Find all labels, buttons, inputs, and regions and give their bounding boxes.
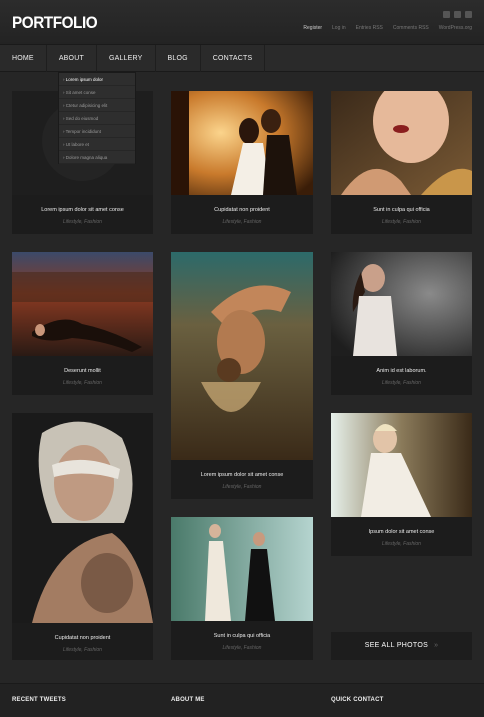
card-title[interactable]: Anim id est laborum. — [331, 368, 472, 374]
gallery-photo — [331, 252, 472, 356]
gallery-photo — [12, 413, 153, 623]
register-link[interactable]: Register — [303, 25, 322, 31]
dropdown-item[interactable]: Tempor incididunt — [59, 125, 135, 138]
footer: RECENT TWEETS ABOUT ME QUICK CONTACT — [0, 683, 484, 717]
social-icons — [443, 11, 472, 18]
gallery-card[interactable]: Cupidatat non proident Lifestyle, Fashio… — [171, 91, 313, 234]
card-tags: Lifestyle, Fashion — [382, 541, 421, 547]
card-title[interactable]: Lorem ipsum dolor sit amet conse — [171, 472, 313, 478]
see-all-label: SEE ALL PHOTOS — [364, 642, 429, 649]
gallery-photo — [331, 91, 472, 195]
nav-home[interactable]: HOME — [12, 45, 47, 72]
card-tags: Lifestyle, Fashion — [222, 219, 262, 225]
dropdown-item[interactable]: Dolore magna aliqua — [59, 151, 135, 164]
card-tags: Lifestyle, Fashion — [222, 645, 262, 651]
about-me-heading: ABOUT ME — [171, 697, 205, 703]
card-title[interactable]: Deserunt mollit — [12, 368, 153, 374]
gallery-card[interactable]: Deserunt mollit Lifestyle, Fashion — [12, 252, 153, 395]
dropdown-item[interactable]: Sed do eiusmod — [59, 112, 135, 125]
about-dropdown: Lorem ipsum dolor Sit amet conse Ctetur … — [58, 72, 136, 164]
card-title[interactable]: Sunt in culpa qui officia — [171, 633, 313, 639]
quick-contact-heading: QUICK CONTACT — [331, 697, 384, 703]
gallery-card[interactable]: Cupidatat non proident Lifestyle, Fashio… — [12, 413, 153, 660]
card-tags: Lifestyle, Fashion — [63, 647, 102, 653]
main-nav: HOME ABOUT GALLERY BLOG CONTACTS — [0, 44, 484, 72]
gallery-photo — [171, 517, 313, 621]
dropdown-item[interactable]: Lorem ipsum dolor — [59, 73, 135, 86]
comments-rss-link[interactable]: Comments RSS — [393, 25, 429, 31]
gallery-card[interactable]: Lorem ipsum dolor sit amet conse Lifesty… — [171, 252, 313, 499]
card-tags: Lifestyle, Fashion — [63, 380, 102, 386]
gallery-photo — [171, 91, 313, 195]
gallery-card[interactable]: Sunt in culpa qui officia Lifestyle, Fas… — [171, 517, 313, 660]
card-title[interactable]: Sunt in culpa qui officia — [331, 207, 472, 213]
header: PORTFOLIO Register Log in Entries RSS Co… — [0, 0, 484, 44]
meta-links: Register Log in Entries RSS Comments RSS… — [303, 25, 472, 31]
wordpress-link[interactable]: WordPress.org — [439, 25, 472, 31]
dropdown-item[interactable]: Ut labore et — [59, 138, 135, 151]
nav-contacts[interactable]: CONTACTS — [201, 45, 266, 72]
nav-about[interactable]: ABOUT — [47, 45, 97, 72]
login-link[interactable]: Log in — [332, 25, 346, 31]
card-tags: Lifestyle, Fashion — [222, 484, 262, 490]
gallery-photo — [331, 413, 472, 517]
card-title[interactable]: Ipsum dolor sit amet conse — [331, 529, 472, 535]
dropdown-item[interactable]: Sit amet conse — [59, 86, 135, 99]
card-tags: Lifestyle, Fashion — [63, 219, 102, 225]
rss-icon[interactable] — [465, 11, 472, 18]
gallery-photo — [12, 252, 153, 356]
gallery-photo — [171, 252, 313, 460]
dropdown-item[interactable]: Ctetur adipisicing elit — [59, 99, 135, 112]
entries-rss-link[interactable]: Entries RSS — [356, 25, 383, 31]
see-all-photos-button[interactable]: SEE ALL PHOTOS » — [331, 632, 472, 660]
card-tags: Lifestyle, Fashion — [382, 219, 421, 225]
card-tags: Lifestyle, Fashion — [382, 380, 421, 386]
gallery-card[interactable]: Ipsum dolor sit amet conse Lifestyle, Fa… — [331, 413, 472, 556]
card-title[interactable]: Cupidatat non proident — [12, 635, 153, 641]
nav-blog[interactable]: BLOG — [156, 45, 201, 72]
nav-gallery[interactable]: GALLERY — [97, 45, 156, 72]
gallery-card[interactable]: Sunt in culpa qui officia Lifestyle, Fas… — [331, 91, 472, 234]
card-title[interactable]: Cupidatat non proident — [171, 207, 313, 213]
arrow-right-icon: » — [434, 642, 439, 649]
facebook-icon[interactable] — [443, 11, 450, 18]
twitter-icon[interactable] — [454, 11, 461, 18]
site-logo[interactable]: PORTFOLIO — [12, 13, 98, 33]
gallery-card[interactable]: Anim id est laborum. Lifestyle, Fashion — [331, 252, 472, 395]
card-title[interactable]: Lorem ipsum dolor sit amet conse — [12, 207, 153, 213]
recent-tweets-heading: RECENT TWEETS — [12, 697, 66, 703]
